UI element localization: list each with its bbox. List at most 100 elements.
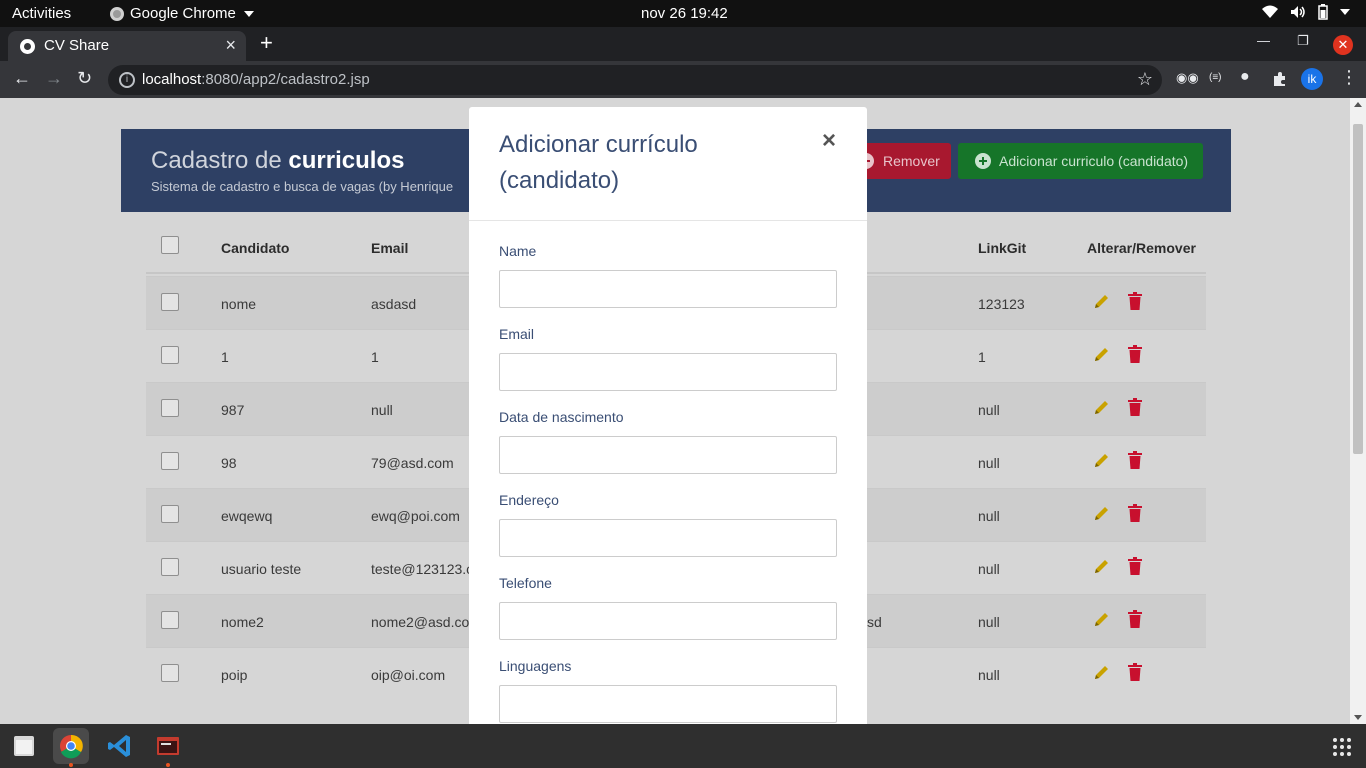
address-bar[interactable]: i localhost:8080/app2/cadastro2.jsp ☆	[108, 65, 1162, 95]
birthdate-field[interactable]	[499, 436, 837, 474]
profile-avatar[interactable]: ik	[1301, 68, 1323, 90]
chrome-app[interactable]	[53, 728, 89, 764]
pencil-icon[interactable]	[1093, 451, 1111, 469]
pencil-icon[interactable]	[1093, 663, 1111, 681]
trash-icon[interactable]	[1128, 292, 1142, 310]
forward-icon[interactable]: →	[45, 68, 63, 89]
volume-icon	[1291, 6, 1305, 18]
scroll-down-icon[interactable]	[1354, 715, 1362, 720]
cell-email: teste@123123.c	[371, 561, 474, 577]
email-label: Email	[499, 326, 535, 342]
tab-strip: CV Share × + — ❐	[0, 27, 1366, 61]
languages-field[interactable]	[499, 685, 837, 723]
pencil-icon[interactable]	[1093, 292, 1111, 310]
cell-candidato: 987	[221, 402, 245, 418]
clock[interactable]: nov 26 19:42	[641, 5, 728, 22]
row-checkbox[interactable]	[161, 558, 179, 576]
column-email: Email	[371, 240, 409, 256]
trash-icon[interactable]	[1128, 451, 1142, 469]
cell-candidato: 1	[221, 349, 229, 365]
wifi-icon	[1262, 5, 1278, 18]
cell-candidato: 98	[221, 455, 237, 471]
scrollbar-thumb[interactable]	[1353, 124, 1363, 454]
extension-icon-2[interactable]: (≡)	[1209, 72, 1222, 83]
row-checkbox[interactable]	[161, 293, 179, 311]
phone-field[interactable]	[499, 602, 837, 640]
pencil-icon[interactable]	[1093, 610, 1111, 628]
vscode-app[interactable]	[102, 728, 138, 764]
terminal-icon	[157, 737, 179, 755]
trash-icon[interactable]	[1128, 557, 1142, 575]
files-app[interactable]	[6, 728, 42, 764]
page-scrollbar[interactable]	[1350, 98, 1366, 724]
app-menu[interactable]: Google Chrome	[110, 5, 254, 22]
app-menu-label: Google Chrome	[130, 5, 236, 22]
globe-icon	[20, 39, 35, 54]
back-icon[interactable]: ←	[13, 68, 31, 89]
minimize-icon[interactable]: —	[1257, 33, 1270, 48]
cell-linkgit: null	[978, 561, 1000, 577]
row-checkbox[interactable]	[161, 452, 179, 470]
url-text[interactable]: localhost:8080/app2/cadastro2.jsp	[142, 71, 370, 88]
cell-email: asdasd	[371, 296, 417, 312]
cell-linkgit: null	[978, 508, 1000, 524]
trash-icon[interactable]	[1128, 610, 1142, 628]
row-checkbox[interactable]	[161, 505, 179, 523]
modal-title: Adicionar currículo (candidato)	[499, 131, 698, 194]
activities-button[interactable]: Activities	[12, 5, 71, 22]
modal-divider	[469, 220, 867, 221]
row-checkbox[interactable]	[161, 346, 179, 364]
app-grid-icon[interactable]	[1333, 738, 1351, 756]
tab-title: CV Share	[44, 37, 110, 54]
trash-icon[interactable]	[1128, 398, 1142, 416]
close-tab-icon[interactable]: ×	[225, 35, 236, 56]
pencil-icon[interactable]	[1093, 398, 1111, 416]
chrome-icon	[110, 6, 124, 21]
running-indicator	[69, 763, 73, 767]
extensions-icon[interactable]	[1272, 71, 1288, 87]
reload-icon[interactable]: ↻	[77, 68, 92, 89]
system-tray[interactable]	[1262, 4, 1350, 20]
row-checkbox[interactable]	[161, 664, 179, 682]
system-top-bar: Activities Google Chrome nov 26 19:42	[0, 0, 1366, 27]
cell-partial: sd	[867, 614, 882, 630]
extension-icon-3[interactable]: ●	[1240, 68, 1250, 86]
star-icon[interactable]: ☆	[1137, 69, 1153, 90]
extension-icon-1[interactable]: ◉◉	[1176, 70, 1199, 86]
cell-linkgit: 123123	[978, 296, 1025, 312]
page-subtitle: Sistema de cadastro e busca de vagas (by…	[151, 179, 454, 194]
trash-icon[interactable]	[1128, 504, 1142, 522]
languages-label: Linguagens	[499, 658, 572, 674]
address-label: Endereço	[499, 492, 559, 508]
close-window-button[interactable]: ✕	[1333, 35, 1353, 55]
new-tab-button[interactable]: +	[260, 30, 273, 56]
name-field[interactable]	[499, 270, 837, 308]
column-candidato: Candidato	[221, 240, 290, 256]
cell-linkgit: null	[978, 667, 1000, 683]
caret-down-icon	[243, 10, 254, 17]
trash-icon[interactable]	[1128, 663, 1142, 681]
row-checkbox[interactable]	[161, 611, 179, 629]
cell-email: ewq@poi.com	[371, 508, 460, 524]
email-field[interactable]	[499, 353, 837, 391]
scroll-up-icon[interactable]	[1354, 102, 1362, 107]
pencil-icon[interactable]	[1093, 557, 1111, 575]
restore-icon[interactable]: ❐	[1297, 33, 1309, 49]
terminal-app[interactable]	[150, 728, 186, 764]
menu-icon[interactable]: ⋮	[1340, 67, 1358, 88]
cell-candidato: usuario teste	[221, 561, 302, 577]
modal-close-button[interactable]: ×	[822, 127, 836, 155]
cell-email: null	[371, 402, 393, 418]
pencil-icon[interactable]	[1093, 504, 1111, 522]
vscode-icon	[108, 735, 130, 757]
pencil-icon[interactable]	[1093, 345, 1111, 363]
address-field[interactable]	[499, 519, 837, 557]
column-actions: Alterar/Remover	[1087, 240, 1196, 256]
select-all-checkbox[interactable]	[161, 236, 179, 254]
trash-icon[interactable]	[1128, 345, 1142, 363]
info-icon[interactable]: i	[119, 72, 135, 88]
add-curriculum-button[interactable]: Adicionar curriculo (candidato)	[958, 143, 1203, 179]
plus-circle-icon	[975, 153, 991, 169]
row-checkbox[interactable]	[161, 399, 179, 417]
tab-cv-share[interactable]: CV Share ×	[8, 31, 246, 61]
